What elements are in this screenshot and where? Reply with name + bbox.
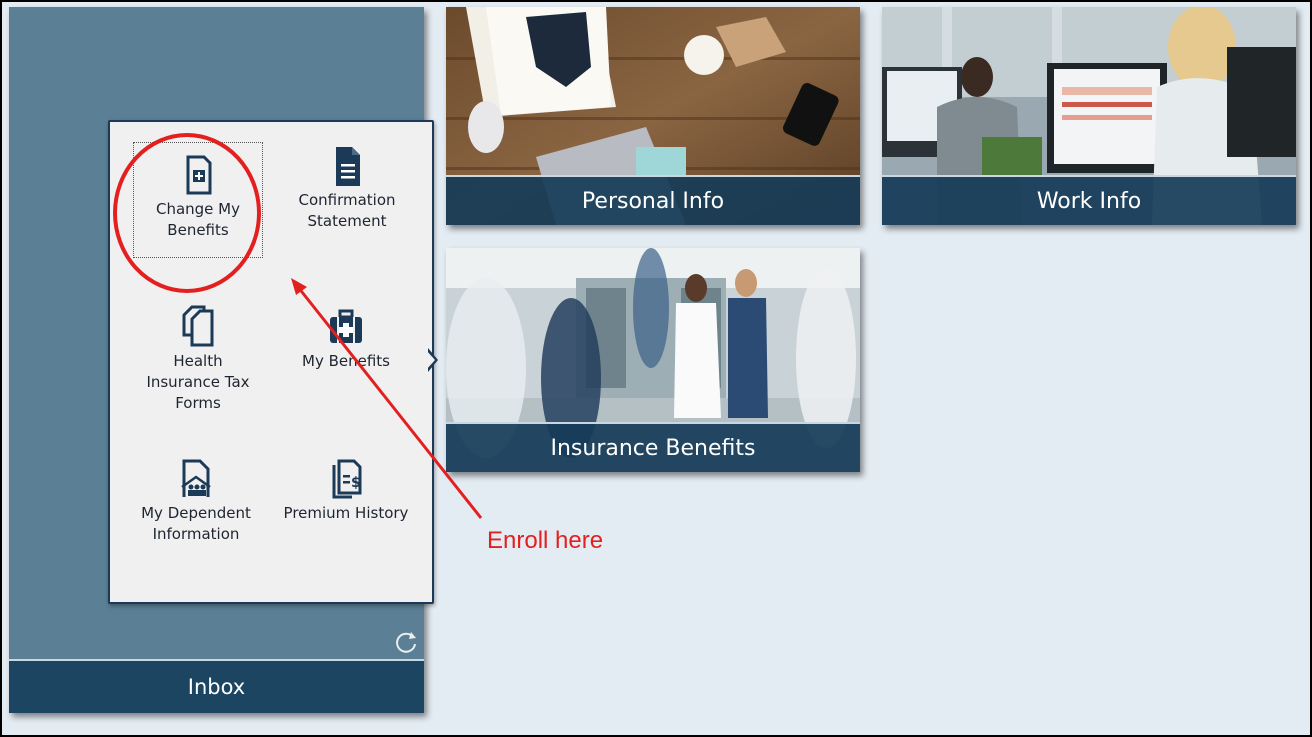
family-document-icon	[181, 459, 211, 497]
menu-item-label: Confirmation Statement	[298, 191, 396, 230]
menu-item-my-benefits[interactable]: My Benefits	[283, 305, 409, 372]
work-info-tile[interactable]: Work Info	[882, 7, 1296, 225]
insurance-benefits-label[interactable]: Insurance Benefits	[446, 422, 860, 472]
menu-item-health-insurance-tax-forms[interactable]: Health Insurance Tax Forms	[135, 305, 261, 414]
menu-item-confirmation-statement[interactable]: Confirmation Statement	[284, 142, 410, 232]
document-dollar-icon: $	[332, 459, 362, 499]
menu-item-label: My Dependent Information	[141, 504, 251, 543]
personal-info-label[interactable]: Personal Info	[446, 175, 860, 225]
menu-item-label: My Benefits	[302, 352, 390, 370]
menu-item-change-my-benefits[interactable]: Change My Benefits	[133, 142, 263, 258]
inbox-label[interactable]: Inbox	[9, 659, 424, 713]
document-lines-icon	[336, 147, 360, 186]
menu-item-label: Health Insurance Tax Forms	[146, 352, 250, 412]
document-plus-icon	[186, 155, 212, 195]
medical-kit-icon	[330, 309, 362, 343]
menu-item-label: Change My Benefits	[155, 200, 241, 239]
annotation-enroll-here: Enroll here	[487, 527, 604, 554]
svg-text:$: $	[351, 475, 361, 491]
personal-info-tile[interactable]: Personal Info	[446, 7, 860, 225]
menu-item-label: Premium History	[283, 504, 409, 522]
menu-item-premium-history[interactable]: $ Premium History	[283, 457, 409, 524]
documents-copy-icon	[182, 305, 214, 347]
popup-pointer-inner	[426, 350, 435, 370]
benefits-menu-popup: Change My Benefits Confirmation Statemen…	[108, 120, 434, 604]
refresh-icon[interactable]	[393, 629, 419, 655]
insurance-benefits-tile[interactable]: Insurance Benefits	[446, 248, 860, 472]
work-info-label[interactable]: Work Info	[882, 175, 1296, 225]
menu-item-my-dependent-information[interactable]: My Dependent Information	[133, 457, 259, 545]
